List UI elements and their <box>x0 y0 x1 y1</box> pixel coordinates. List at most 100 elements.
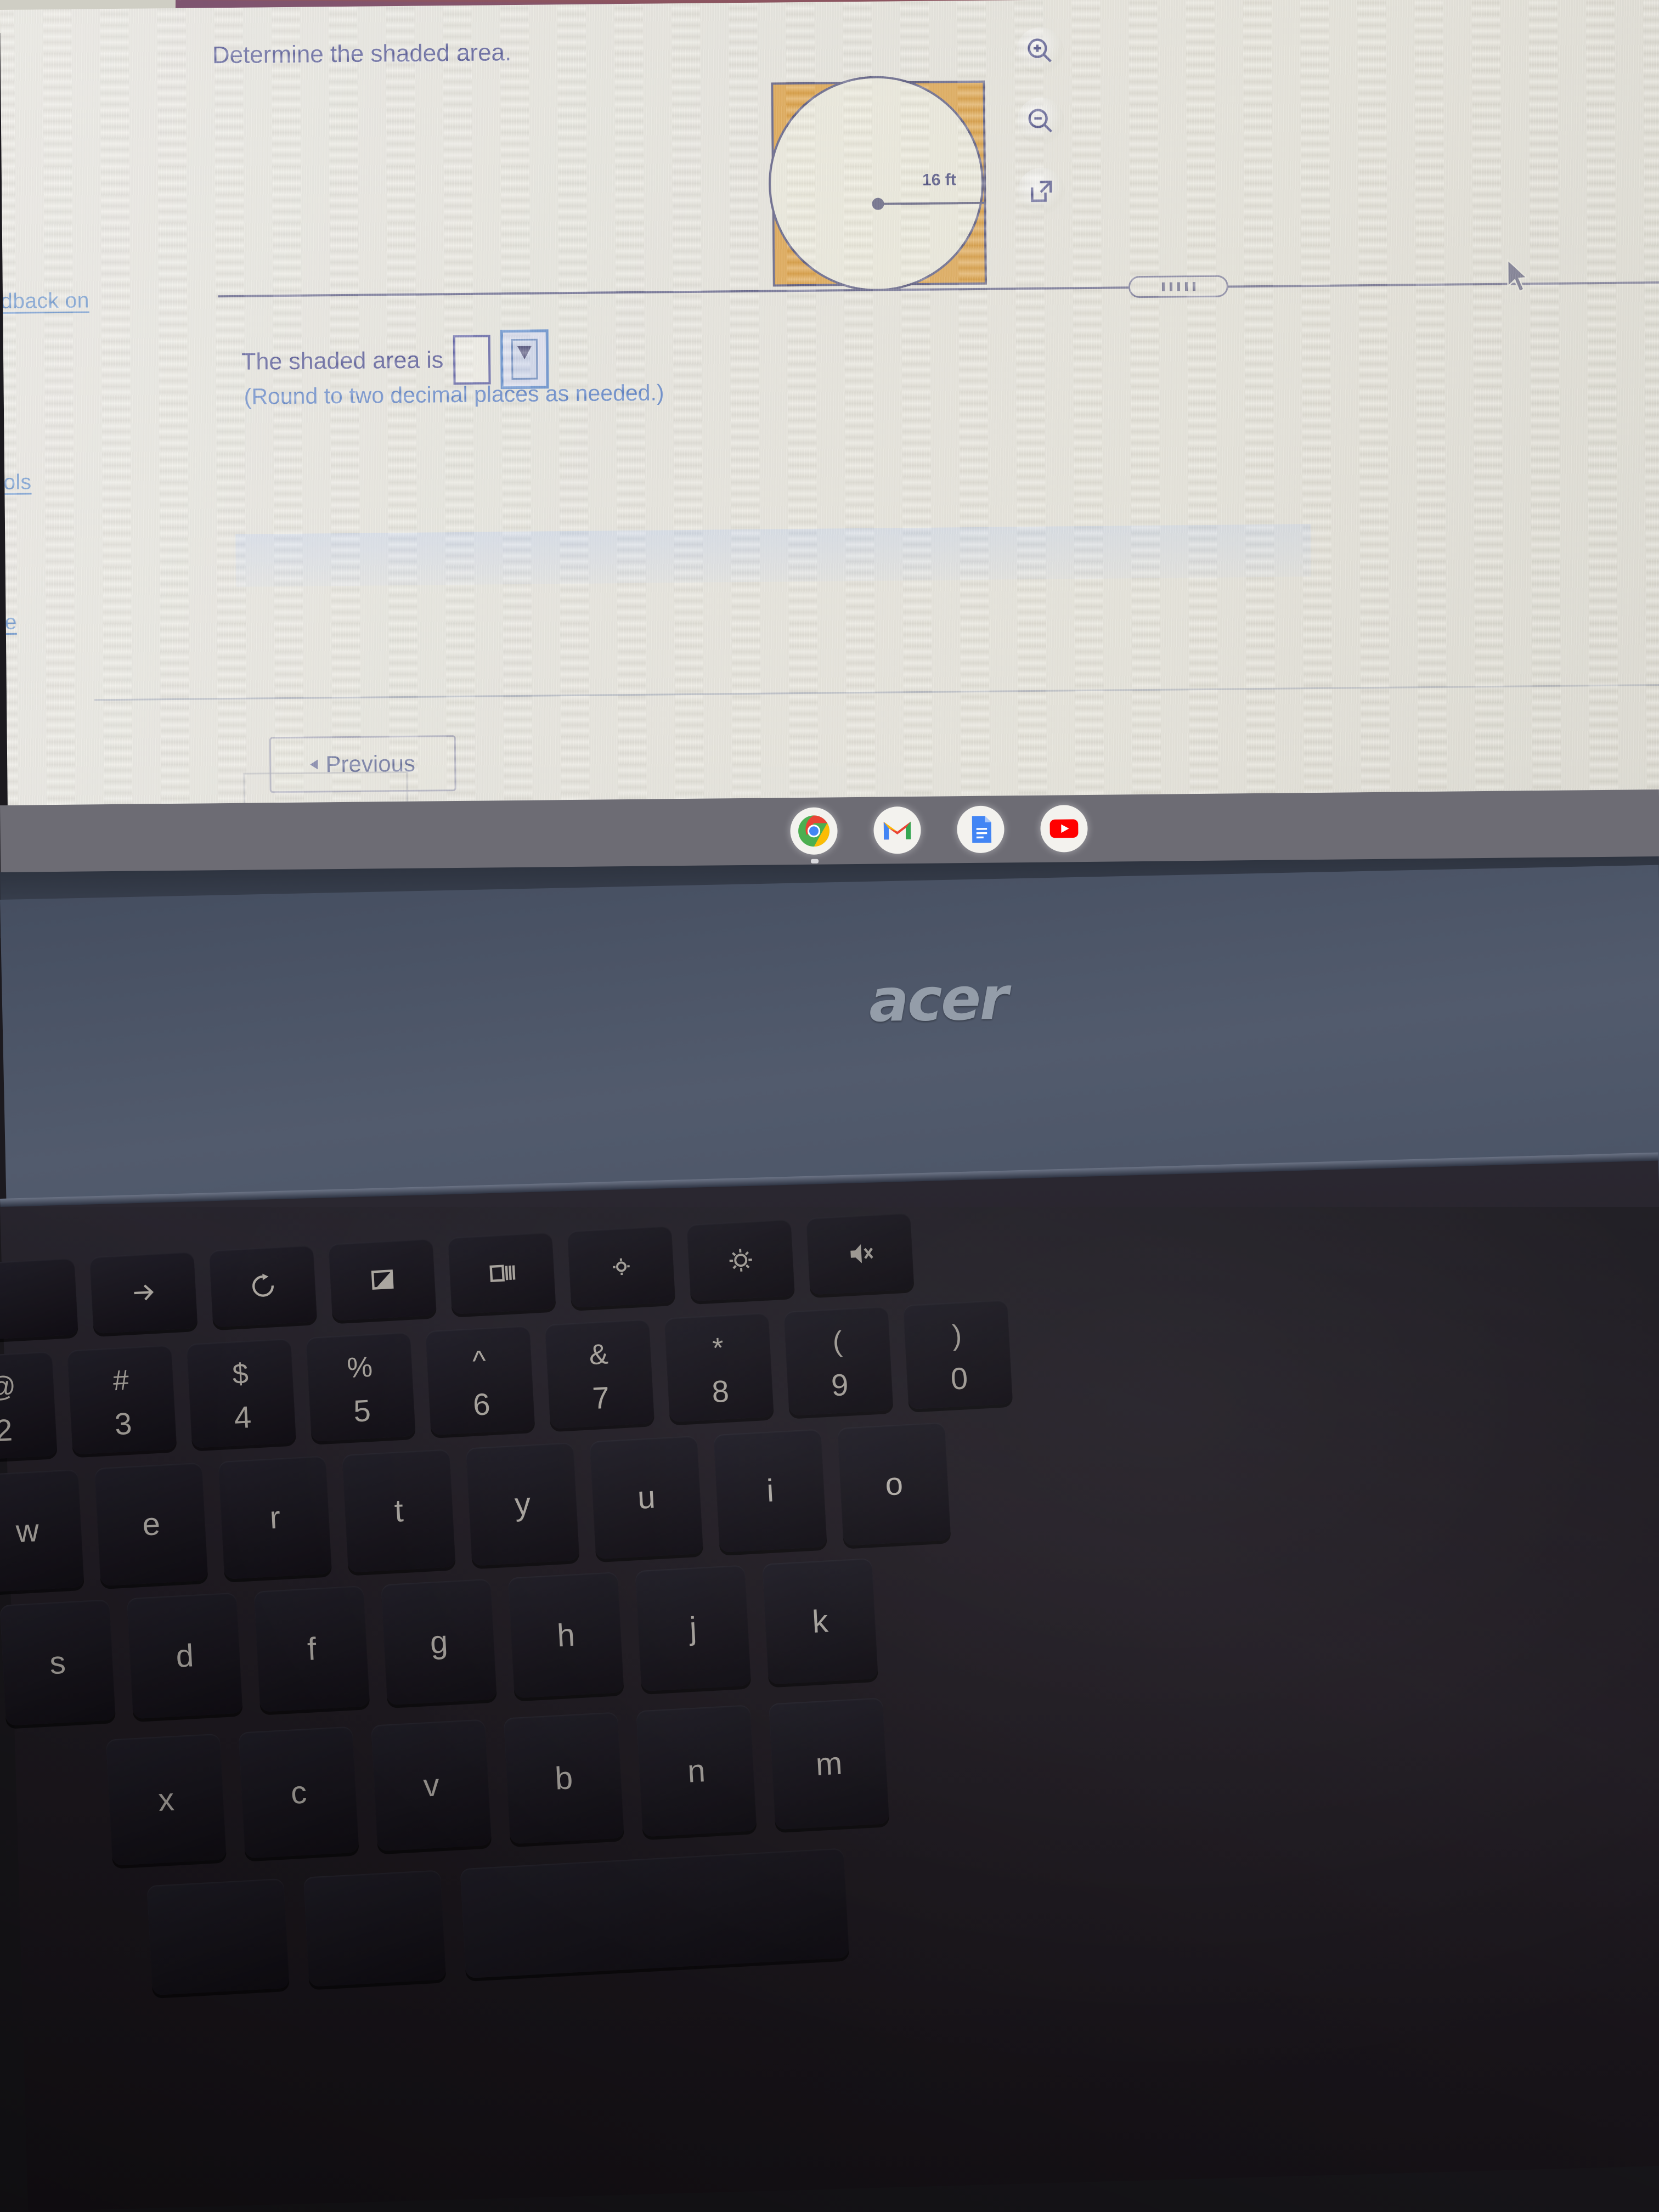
unit-dropdown[interactable] <box>500 329 549 390</box>
sidebar-item-course[interactable]: se <box>0 611 17 635</box>
key-3[interactable]: # 3 <box>67 1345 177 1455</box>
key-g-label: g <box>429 1623 449 1661</box>
figure-radius-label: 16 ft <box>922 171 956 189</box>
shelf-icon-group <box>790 804 1088 855</box>
docs-icon[interactable] <box>957 805 1005 854</box>
answer-input[interactable] <box>453 335 491 385</box>
key-4[interactable]: $ 4 <box>187 1338 297 1448</box>
key-u-label: u <box>636 1479 657 1516</box>
chromebook-screen: edback on ools se Determine the shaded a… <box>0 0 1659 822</box>
key-s[interactable]: s <box>0 1599 116 1726</box>
key-h-label: h <box>556 1617 576 1654</box>
key-r[interactable]: r <box>218 1455 332 1579</box>
chrome-active-indicator <box>811 859 819 864</box>
question-prompt: Determine the shaded area. <box>212 39 512 69</box>
key-b-label: b <box>554 1759 574 1797</box>
laptop-keyboard-deck: @ 2 # 3 $ 4 % 5 ^ 6 & 7 * 8 (9) 0 w e … <box>0 1160 1659 2212</box>
key-back[interactable] <box>0 1257 78 1340</box>
key-x[interactable]: x <box>105 1733 227 1866</box>
key-8-shift: * <box>712 1332 725 1365</box>
youtube-icon[interactable] <box>1040 804 1088 853</box>
key-f-label: f <box>306 1630 318 1667</box>
key-0-shift: ) <box>951 1319 963 1352</box>
geometry-figure: 16 ft <box>768 75 987 292</box>
key-n[interactable]: n <box>636 1705 757 1837</box>
key-2[interactable]: @ 2 <box>0 1351 58 1462</box>
mouse-cursor <box>1504 257 1530 296</box>
footer-divider <box>94 684 1659 701</box>
key-7-base: 7 <box>591 1380 611 1416</box>
answer-label: The shaded area is <box>241 346 444 375</box>
key-c[interactable]: c <box>238 1726 359 1859</box>
fullscreen-key[interactable] <box>328 1238 437 1321</box>
key-7[interactable]: & 7 <box>545 1319 655 1429</box>
key-8[interactable]: * 8 <box>664 1312 774 1423</box>
key-e-label: e <box>141 1506 161 1543</box>
key-h[interactable]: h <box>507 1572 624 1699</box>
key-o-label: o <box>884 1465 904 1503</box>
key-bottom-2[interactable] <box>303 1870 447 1987</box>
acer-logo: acer <box>868 964 1008 1036</box>
spacebar[interactable] <box>460 1848 850 1979</box>
key-v-label: v <box>422 1767 441 1804</box>
key-i-label: i <box>765 1472 775 1509</box>
key-m[interactable]: m <box>769 1697 890 1830</box>
key-f[interactable]: f <box>253 1585 370 1712</box>
key-9-shift: ( <box>832 1325 843 1358</box>
rounding-hint: (Round to two decimal places as needed.) <box>244 380 664 409</box>
key-t-label: t <box>393 1493 404 1529</box>
key-y[interactable]: y <box>466 1442 580 1566</box>
key-w-label: w <box>15 1513 40 1550</box>
previous-arrow-icon <box>310 759 318 770</box>
key-8-base: 8 <box>710 1373 730 1409</box>
keyboard-letter-row-3: x c v b n m <box>105 1697 890 1866</box>
key-3-shift: # <box>112 1364 130 1397</box>
keyboard-bottom-row <box>146 1848 850 1996</box>
key-i[interactable]: i <box>713 1429 827 1553</box>
chrome-icon[interactable] <box>790 807 838 855</box>
key-j-label: j <box>689 1610 698 1646</box>
key-e[interactable]: e <box>94 1462 208 1587</box>
key-0-base: 0 <box>950 1361 969 1396</box>
key-b[interactable]: b <box>503 1712 624 1844</box>
chevron-down-icon <box>517 346 532 359</box>
expand-icon[interactable] <box>1017 167 1065 216</box>
zoom-in-icon[interactable] <box>1016 27 1064 75</box>
key-5[interactable]: % 5 <box>306 1331 416 1442</box>
key-4-base: 4 <box>233 1399 252 1435</box>
gmail-icon[interactable] <box>873 806 921 854</box>
key-g[interactable]: g <box>381 1578 497 1706</box>
zoom-out-icon[interactable] <box>1017 97 1065 145</box>
mute-key[interactable] <box>806 1212 915 1295</box>
key-w[interactable]: w <box>0 1469 84 1593</box>
window-overview-key[interactable] <box>448 1232 556 1314</box>
sidebar-item-feedback[interactable]: edback on <box>0 289 89 314</box>
key-4-shift: $ <box>232 1358 250 1391</box>
key-j[interactable]: j <box>635 1565 752 1692</box>
key-u[interactable]: u <box>589 1435 704 1560</box>
key-2-shift: @ <box>0 1370 17 1404</box>
key-3-base: 3 <box>114 1406 133 1442</box>
key-9[interactable]: ( 9 <box>783 1306 894 1416</box>
key-d[interactable]: d <box>126 1592 243 1719</box>
brightness-up-key[interactable] <box>686 1219 795 1302</box>
key-v[interactable]: v <box>371 1719 492 1852</box>
key-6[interactable]: ^ 6 <box>425 1325 535 1436</box>
brightness-down-key[interactable] <box>567 1225 676 1308</box>
key-0[interactable]: ) 0 <box>903 1299 1013 1409</box>
forward-key[interactable] <box>89 1251 198 1334</box>
sidebar-item-tools[interactable]: ools <box>0 470 32 495</box>
key-2-base: 2 <box>0 1412 14 1448</box>
key-k-label: k <box>811 1603 830 1640</box>
key-y-label: y <box>514 1486 532 1523</box>
key-r-label: r <box>268 1499 281 1536</box>
key-o[interactable]: o <box>837 1422 951 1546</box>
key-c-label: c <box>290 1774 308 1811</box>
key-x-label: x <box>157 1781 176 1818</box>
key-k[interactable]: k <box>762 1558 878 1685</box>
resize-drag-handle[interactable] <box>1128 275 1229 298</box>
reload-key[interactable] <box>208 1245 318 1328</box>
key-5-base: 5 <box>352 1393 372 1429</box>
key-t[interactable]: t <box>342 1449 456 1573</box>
key-bottom-1[interactable] <box>146 1878 290 1996</box>
